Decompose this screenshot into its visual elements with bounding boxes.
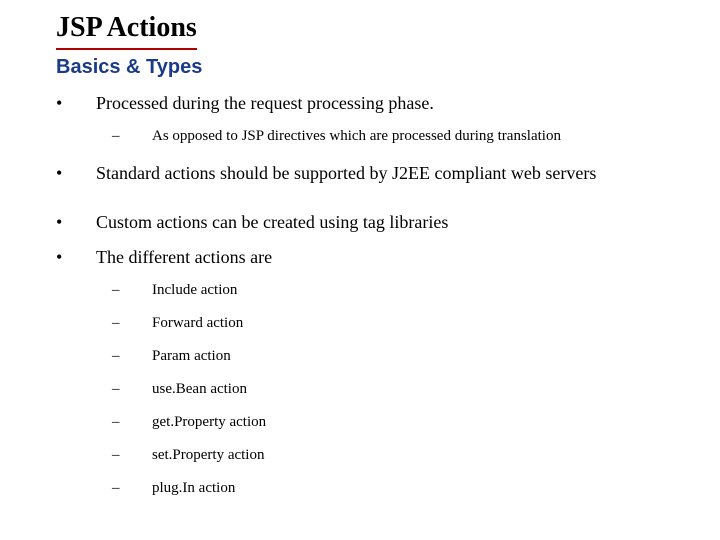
sub-bullet-item: –Param action [112, 348, 720, 365]
sub-bullet-text: plug.In action [152, 480, 235, 496]
bullet-item: •Custom actions can be created using tag… [56, 212, 720, 233]
sub-bullet-text: Forward action [152, 315, 243, 331]
bullet-dot-icon: • [56, 247, 96, 268]
sub-bullet-item: –get.Property action [112, 414, 720, 431]
bullet-dot-icon: • [56, 93, 96, 114]
dash-icon: – [112, 282, 152, 299]
bullet-item: •The different actions are [56, 247, 720, 268]
bullet-text: The different actions are [96, 247, 272, 268]
dash-icon: – [112, 348, 152, 365]
sub-bullet-item: –plug.In action [112, 480, 720, 497]
slide-content: JSP Actions Basics & Types •Processed du… [0, 0, 720, 497]
bullet-item: •Standard actions should be supported by… [56, 163, 720, 184]
dash-icon: – [112, 414, 152, 431]
sub-bullet-text: Include action [152, 282, 237, 298]
sub-bullet-text: As opposed to JSP directives which are p… [152, 128, 561, 144]
sub-bullet-text: get.Property action [152, 414, 266, 430]
dash-icon: – [112, 480, 152, 497]
sub-bullet-item: –Include action [112, 282, 720, 299]
bullet-item: •Processed during the request processing… [56, 93, 720, 114]
bullet-dot-icon: • [56, 212, 96, 233]
slide-title: JSP Actions [56, 12, 197, 50]
sub-bullet-text: use.Bean action [152, 381, 247, 397]
sub-bullet-item: –As opposed to JSP directives which are … [112, 128, 720, 145]
sub-bullet-text: set.Property action [152, 447, 264, 463]
dash-icon: – [112, 381, 152, 398]
sub-bullet-item: –set.Property action [112, 447, 720, 464]
bullet-text: Processed during the request processing … [96, 93, 434, 114]
bullet-text: Standard actions should be supported by … [96, 163, 596, 184]
sub-bullet-text: Param action [152, 348, 231, 364]
slide-subtitle: Basics & Types [56, 56, 720, 79]
sub-bullet-item: –use.Bean action [112, 381, 720, 398]
dash-icon: – [112, 447, 152, 464]
dash-icon: – [112, 128, 152, 145]
bullet-text: Custom actions can be created using tag … [96, 212, 448, 233]
sub-bullet-item: –Forward action [112, 315, 720, 332]
dash-icon: – [112, 315, 152, 332]
bullet-dot-icon: • [56, 163, 96, 184]
